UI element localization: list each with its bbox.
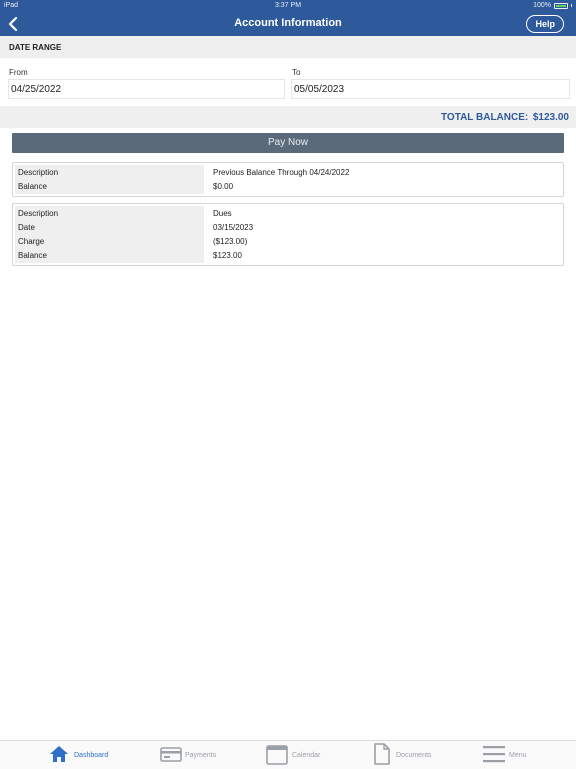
total-balance-bar: TOTAL BALANCE: $123.00	[0, 106, 576, 128]
entry-label: Balance	[18, 182, 47, 191]
tab-dashboard[interactable]: Dashboard	[48, 743, 128, 769]
ledger-entry-card: Description Dues Date 03/15/2023 Charge …	[12, 203, 564, 266]
tab-label: Documents	[396, 752, 432, 759]
entry-label: Charge	[18, 237, 45, 246]
tab-menu[interactable]: Menu	[482, 743, 562, 769]
menu-icon	[483, 746, 505, 763]
document-icon	[374, 743, 390, 765]
from-label: From	[9, 68, 28, 77]
entry-value: $123.00	[213, 251, 242, 260]
tab-label: Payments	[185, 752, 217, 759]
battery-status: 100%	[533, 2, 572, 9]
tab-label: Menu	[509, 752, 527, 759]
status-bar: iPad 3:37 PM 100%	[0, 0, 576, 12]
credit-card-icon	[160, 747, 182, 762]
entry-value: $0.00	[213, 182, 234, 191]
entry-label: Description	[18, 168, 59, 177]
tab-payments[interactable]: Payments	[160, 743, 240, 769]
total-balance-label: TOTAL BALANCE:	[441, 112, 529, 123]
calendar-icon	[266, 745, 288, 765]
status-time: 3:37 PM	[274, 2, 302, 9]
page-title: Account Information	[234, 17, 342, 29]
tab-documents[interactable]: Documents	[372, 743, 452, 769]
total-balance-value: $123.00	[532, 112, 569, 123]
ledger-entry-card: Description Previous Balance Through 04/…	[12, 162, 564, 197]
date-range-header: DATE RANGE	[0, 36, 576, 58]
entry-value: Previous Balance Through 04/24/2022	[213, 168, 350, 177]
tab-label: Dashboard	[74, 752, 109, 759]
home-icon	[50, 746, 68, 762]
entry-label: Date	[18, 223, 35, 232]
pay-now-button[interactable]: Pay Now	[12, 133, 564, 153]
nav-bar: Account Information Help	[0, 12, 576, 36]
to-label: To	[292, 68, 301, 77]
tab-bar: Dashboard Payments Calendar Documents Me…	[0, 740, 576, 769]
help-button[interactable]: Help	[526, 15, 564, 33]
to-date-field[interactable]: 05/05/2023	[291, 79, 570, 99]
from-date-field[interactable]: 04/25/2022	[8, 79, 285, 99]
entry-label: Balance	[18, 251, 47, 260]
tab-label: Calendar	[292, 752, 321, 759]
entry-label: Description	[18, 209, 59, 218]
entry-value: ($123.00)	[213, 237, 248, 246]
battery-icon	[554, 2, 568, 9]
entry-value: Dues	[213, 209, 232, 218]
entry-value: 03/15/2023	[213, 223, 254, 232]
tab-calendar[interactable]: Calendar	[266, 743, 346, 769]
battery-percent: 100%	[533, 2, 551, 9]
date-range-title: DATE RANGE	[9, 43, 62, 52]
